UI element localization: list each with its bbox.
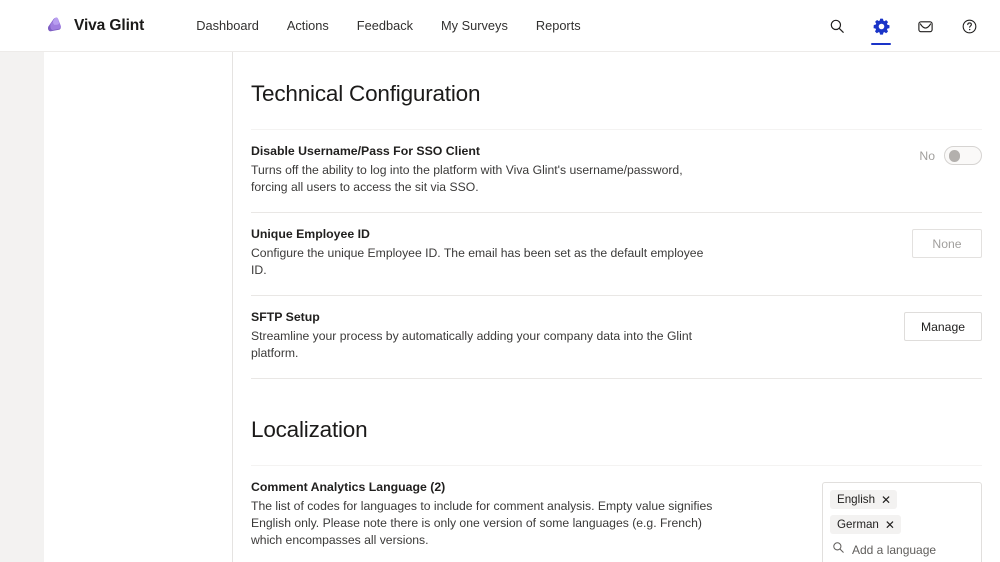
brand-logo-group[interactable]: Viva Glint — [44, 15, 144, 36]
setting-text: Disable Username/Pass For SSO Client Tur… — [251, 144, 721, 196]
toggle-knob — [948, 150, 960, 162]
gear-icon[interactable] — [864, 7, 898, 45]
viva-glint-logo-icon — [44, 15, 65, 36]
section-localization: Localization — [251, 379, 982, 466]
main-nav: Dashboard Actions Feedback My Surveys Re… — [182, 12, 594, 39]
section-technical-configuration: Technical Configuration — [251, 52, 982, 130]
sso-toggle-group: No — [919, 146, 982, 165]
nav-item-my-surveys[interactable]: My Surveys — [427, 12, 522, 39]
app-shell: Technical Configuration Disable Username… — [0, 52, 1000, 562]
setting-control: None — [912, 227, 982, 258]
inbox-icon[interactable] — [908, 7, 942, 45]
setting-description: The list of codes for languages to inclu… — [251, 499, 713, 547]
section-title: Localization — [251, 417, 368, 442]
search-icon — [832, 541, 845, 559]
search-icon[interactable] — [820, 7, 854, 45]
setting-text: SFTP Setup Streamline your process by au… — [251, 310, 721, 362]
setting-row-disable-username-pass: Disable Username/Pass For SSO Client Tur… — [251, 130, 982, 212]
add-language-input[interactable] — [852, 543, 972, 557]
language-chip[interactable]: English ✕ — [830, 490, 898, 509]
setting-text: Comment Analytics Language (2) The list … — [251, 480, 721, 549]
language-chip-label: English — [837, 493, 876, 506]
settings-content-area: Technical Configuration Disable Username… — [233, 52, 1000, 562]
setting-row-unique-employee-id: Unique Employee ID Configure the unique … — [251, 213, 982, 295]
nav-item-actions[interactable]: Actions — [273, 12, 343, 39]
setting-row-sftp-setup: SFTP Setup Streamline your process by au… — [251, 296, 982, 378]
setting-control: Manage — [903, 310, 982, 341]
setting-control: No — [919, 144, 982, 165]
help-icon[interactable] — [952, 7, 986, 45]
setting-control: English ✕ German ✕ — [822, 480, 982, 562]
sftp-manage-button[interactable]: Manage — [903, 312, 982, 341]
language-chip-list: English ✕ German ✕ — [830, 490, 974, 534]
settings-sidebar-panel[interactable] — [44, 52, 233, 562]
language-picker[interactable]: English ✕ German ✕ — [822, 482, 982, 562]
left-rail — [0, 52, 44, 562]
language-search-row — [830, 540, 974, 560]
setting-text: Unique Employee ID Configure the unique … — [251, 227, 721, 279]
nav-item-dashboard[interactable]: Dashboard — [182, 12, 273, 39]
setting-description: Streamline your process by automatically… — [251, 329, 693, 360]
active-tab-indicator — [871, 42, 891, 45]
top-navigation-bar: Viva Glint Dashboard Actions Feedback My… — [0, 0, 1000, 52]
toggle-state-label: No — [919, 148, 935, 163]
disable-username-pass-toggle[interactable] — [944, 146, 982, 165]
setting-description: Turns off the ability to log into the pl… — [251, 163, 683, 194]
setting-label: Disable Username/Pass For SSO Client — [251, 144, 480, 158]
language-chip[interactable]: German ✕ — [830, 515, 901, 534]
remove-language-icon[interactable]: ✕ — [885, 519, 895, 531]
brand-name: Viva Glint — [74, 16, 145, 34]
setting-label: SFTP Setup — [251, 310, 320, 324]
nav-item-reports[interactable]: Reports — [522, 12, 595, 39]
language-chip-label: German — [837, 518, 879, 531]
remove-language-icon[interactable]: ✕ — [881, 494, 891, 506]
section-title: Technical Configuration — [251, 81, 481, 106]
setting-label: Comment Analytics Language (2) — [251, 480, 446, 494]
header-actions — [820, 0, 986, 52]
unique-employee-id-button[interactable]: None — [912, 229, 982, 258]
setting-row-comment-analytics-language: Comment Analytics Language (2) The list … — [251, 466, 982, 562]
setting-label: Unique Employee ID — [251, 227, 370, 241]
nav-item-feedback[interactable]: Feedback — [343, 12, 427, 39]
setting-description: Configure the unique Employee ID. The em… — [251, 246, 704, 277]
